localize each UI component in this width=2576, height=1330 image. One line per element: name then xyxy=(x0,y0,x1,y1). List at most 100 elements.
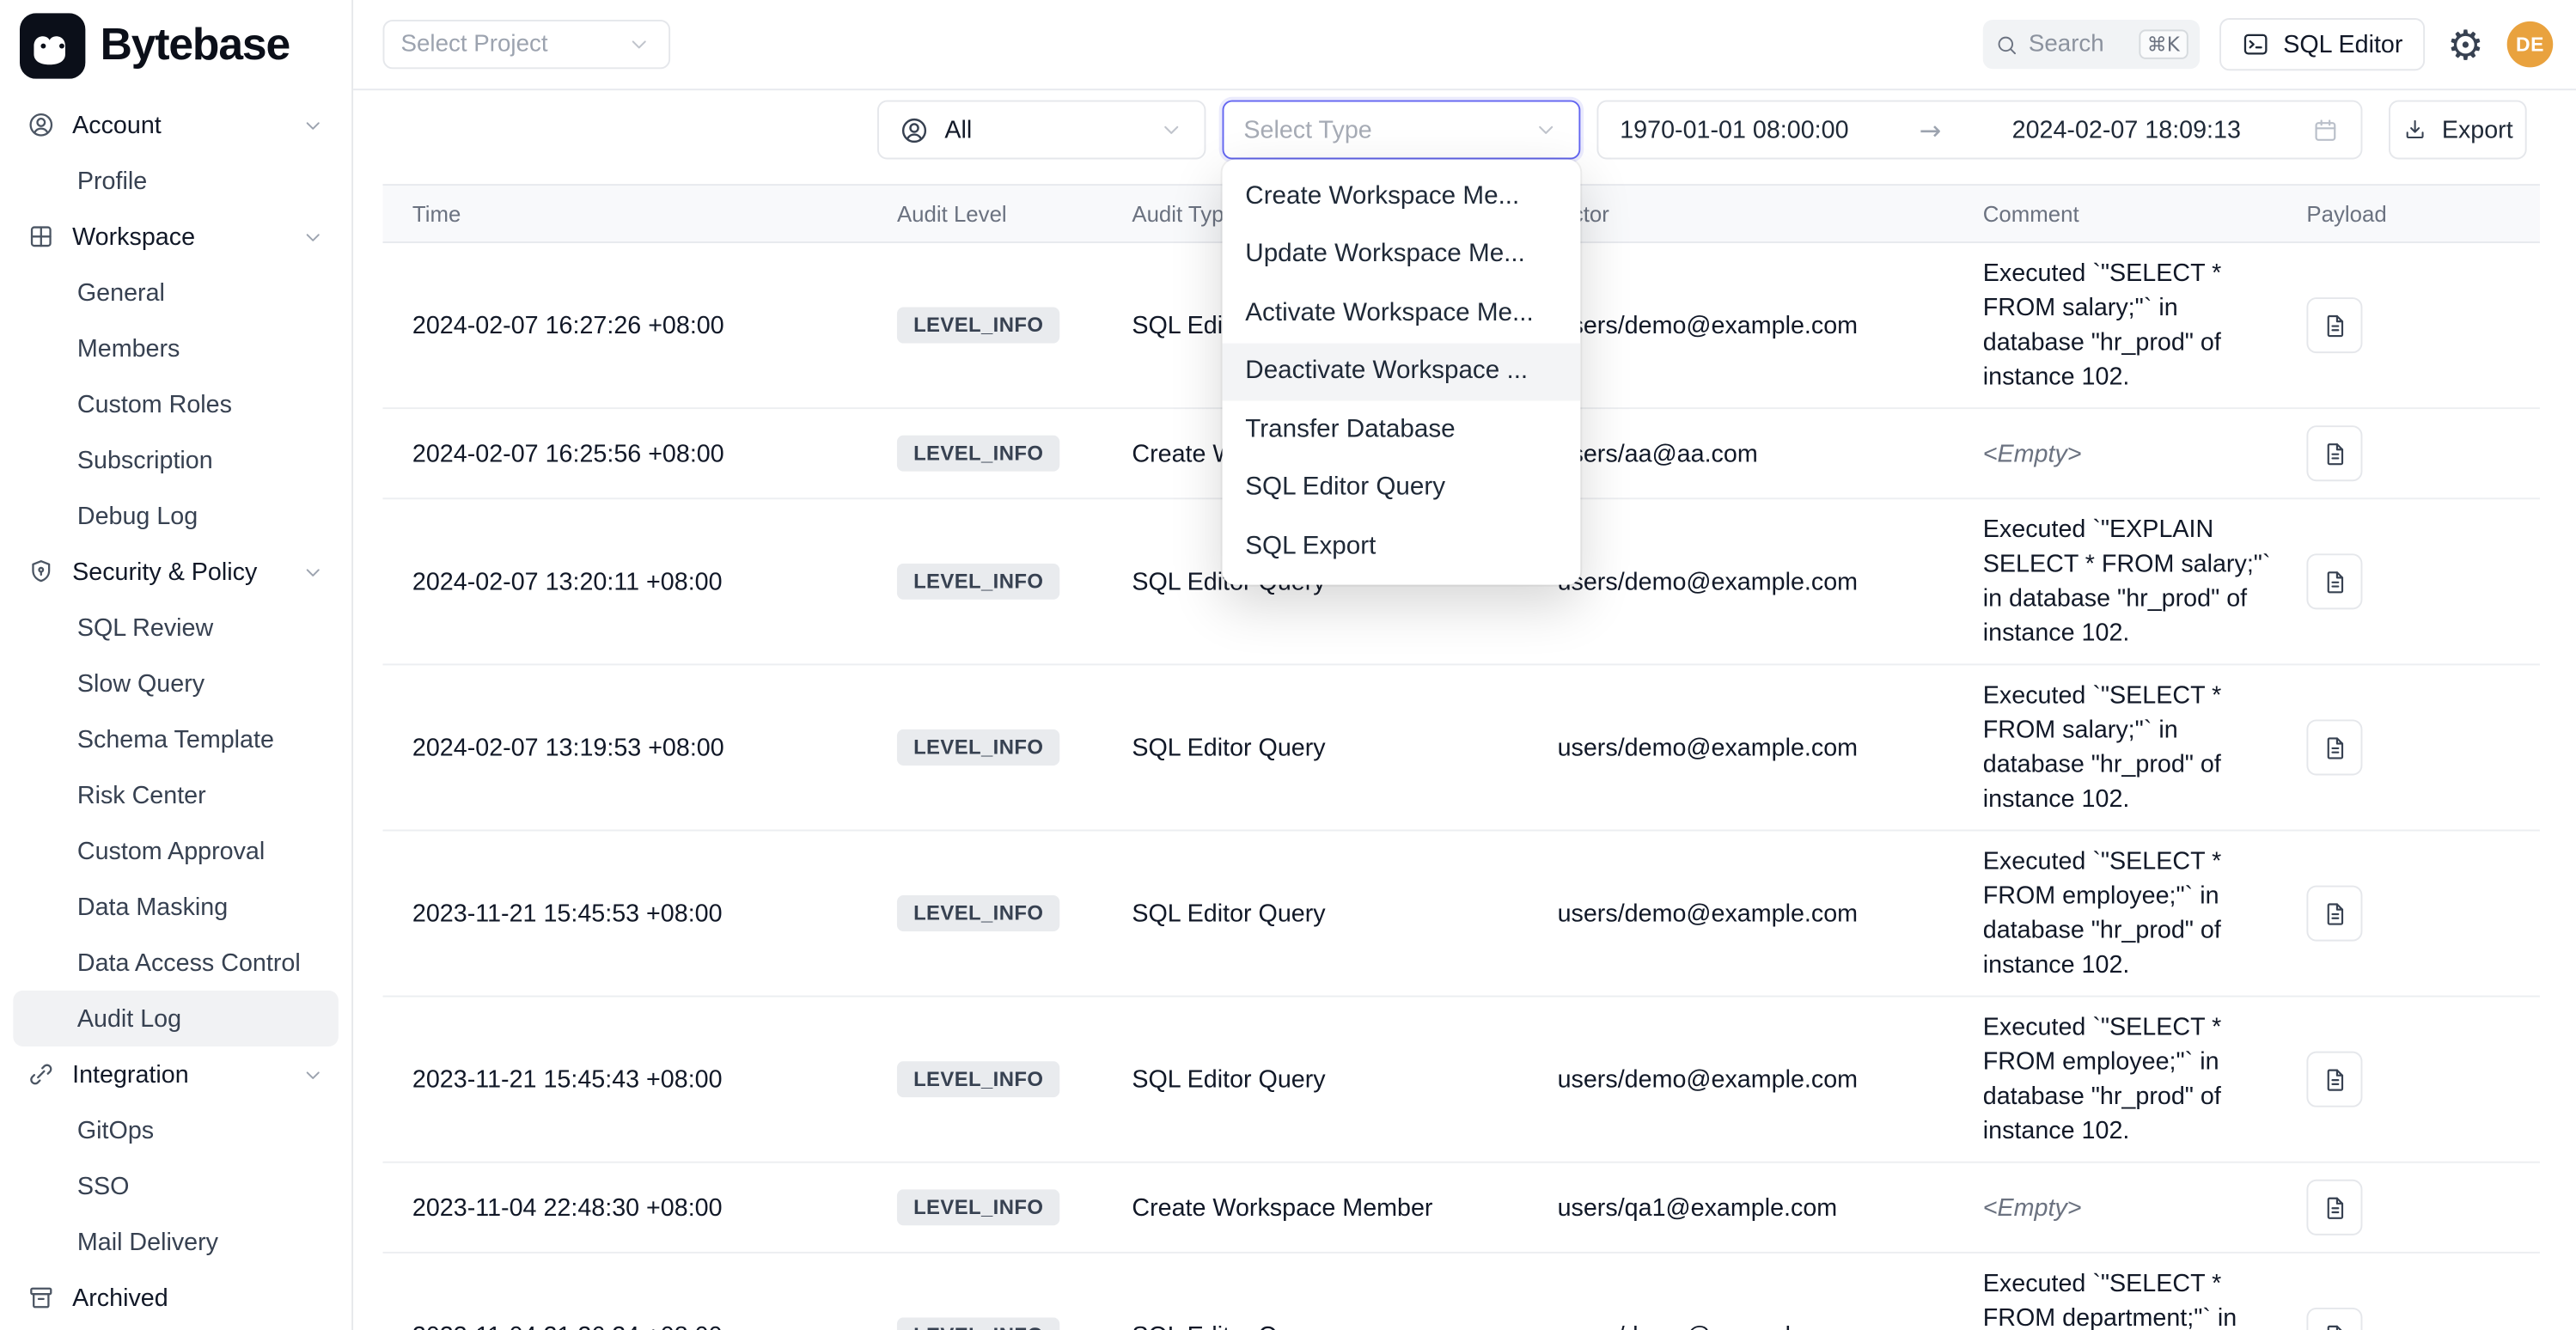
date-range-start: 1970-01-01 08:00:00 xyxy=(1620,116,1848,144)
chevron-down-icon xyxy=(1158,117,1185,143)
sidebar: Bytebase Account Profile Workspace Gener… xyxy=(0,0,353,1330)
sidebar-item-slow-query[interactable]: Slow Query xyxy=(13,656,339,711)
sidebar-item-custom-approval[interactable]: Custom Approval xyxy=(13,823,339,879)
actor-filter-select[interactable]: All xyxy=(877,101,1206,160)
export-label: Export xyxy=(2442,116,2513,144)
menu-item-transfer-database[interactable]: Transfer Database xyxy=(1223,401,1581,460)
brand-logo[interactable]: Bytebase xyxy=(0,0,351,90)
archive-icon xyxy=(27,1283,56,1312)
sidebar-item-sql-review[interactable]: SQL Review xyxy=(13,600,339,656)
search-shortcut-kbd: ⌘K xyxy=(2139,29,2188,58)
cell-comment: Executed `"EXPLAIN SELECT * FROM salary;… xyxy=(1953,499,2277,663)
menu-item-sql-export[interactable]: SQL Export xyxy=(1223,517,1581,576)
sidebar-item-audit-log[interactable]: Audit Log xyxy=(13,991,339,1046)
sidebar-item-workspace[interactable]: Workspace xyxy=(13,209,339,265)
sidebar-item-general[interactable]: General xyxy=(13,265,339,320)
sidebar-item-schema-template[interactable]: Schema Template xyxy=(13,711,339,767)
cell-payload xyxy=(2277,719,2540,775)
file-text-icon xyxy=(2321,439,2349,467)
gear-icon[interactable]: ⚙ xyxy=(2444,24,2487,65)
user-circle-icon xyxy=(27,110,56,139)
menu-item-update-workspace-member[interactable]: Update Workspace Me... xyxy=(1223,226,1581,284)
cell-actor: users/demo@example.com xyxy=(1528,1065,1953,1094)
cell-payload xyxy=(2277,553,2540,609)
cell-comment: Executed `"SELECT * FROM department;"` i… xyxy=(1953,1254,2277,1330)
cell-actor: users/demo@example.com xyxy=(1528,900,1953,928)
chevron-down-icon xyxy=(1533,117,1560,143)
grid-icon xyxy=(27,222,56,251)
column-header-payload: Payload xyxy=(2277,201,2540,226)
sidebar-item-debug-log[interactable]: Debug Log xyxy=(13,488,339,544)
cell-audit-level: LEVEL_INFO xyxy=(868,895,1102,931)
sidebar-item-archived[interactable]: Archived xyxy=(13,1270,339,1326)
payload-button[interactable] xyxy=(2306,553,2362,609)
cell-actor: users/demo@example.com xyxy=(1528,568,1953,596)
sidebar-item-data-access-control[interactable]: Data Access Control xyxy=(13,935,339,991)
payload-button[interactable] xyxy=(2306,1052,2362,1107)
sidebar-item-integration[interactable]: Integration xyxy=(13,1046,339,1102)
level-badge: LEVEL_INFO xyxy=(897,564,1059,600)
brand-name: Bytebase xyxy=(101,20,290,70)
menu-item-deactivate-workspace-member[interactable]: Deactivate Workspace ... xyxy=(1223,343,1581,401)
sidebar-item-label: Debug Log xyxy=(77,502,198,530)
sidebar-item-subscription[interactable]: Subscription xyxy=(13,432,339,488)
sidebar-item-profile[interactable]: Profile xyxy=(13,153,339,209)
sidebar-item-label: Slow Query xyxy=(77,669,204,698)
chevron-down-icon xyxy=(301,224,326,249)
sidebar-item-label: Audit Log xyxy=(77,1004,181,1033)
level-badge: LEVEL_INFO xyxy=(897,729,1059,766)
payload-button[interactable] xyxy=(2306,886,2362,942)
chevron-down-icon xyxy=(301,559,326,584)
sidebar-item-security-policy[interactable]: Security & Policy xyxy=(13,544,339,600)
sidebar-item-mail-delivery[interactable]: Mail Delivery xyxy=(13,1214,339,1270)
chevron-down-icon xyxy=(626,31,652,58)
cell-audit-level: LEVEL_INFO xyxy=(868,436,1102,472)
audit-type-select[interactable]: Select Type xyxy=(1223,101,1581,160)
cell-audit-level: LEVEL_INFO xyxy=(868,564,1102,600)
calendar-icon xyxy=(2311,116,2340,144)
sidebar-item-label: Risk Center xyxy=(77,781,206,809)
search-input[interactable]: Search ⌘K xyxy=(1982,20,2199,69)
sidebar-item-sso[interactable]: SSO xyxy=(13,1158,339,1214)
payload-button[interactable] xyxy=(2306,297,2362,353)
sidebar-item-label: Schema Template xyxy=(77,725,274,753)
sidebar-nav: Account Profile Workspace General Member… xyxy=(0,90,351,1330)
sidebar-item-gitops[interactable]: GitOps xyxy=(13,1102,339,1158)
project-select[interactable]: Select Project xyxy=(382,20,670,69)
sidebar-item-label: Archived xyxy=(72,1284,168,1312)
sql-editor-button[interactable]: SQL Editor xyxy=(2219,18,2425,70)
sidebar-item-risk-center[interactable]: Risk Center xyxy=(13,767,339,823)
file-text-icon xyxy=(2321,734,2349,762)
menu-item-activate-workspace-member[interactable]: Activate Workspace Me... xyxy=(1223,284,1581,343)
sidebar-item-label: Security & Policy xyxy=(72,558,257,586)
date-range-picker[interactable]: 1970-01-01 08:00:00 → 2024-02-07 18:09:1… xyxy=(1596,101,2362,160)
column-header-audit-level: Audit Level xyxy=(868,201,1102,226)
sidebar-item-label: GitOps xyxy=(77,1116,154,1144)
payload-button[interactable] xyxy=(2306,1308,2362,1330)
sidebar-item-custom-roles[interactable]: Custom Roles xyxy=(13,376,339,432)
menu-item-sql-editor-query[interactable]: SQL Editor Query xyxy=(1223,459,1581,517)
sidebar-item-account[interactable]: Account xyxy=(13,97,339,153)
payload-button[interactable] xyxy=(2306,719,2362,775)
cell-audit-type: SQL Editor Query xyxy=(1102,900,1528,928)
cell-audit-level: LEVEL_INFO xyxy=(868,308,1102,344)
sidebar-item-data-masking[interactable]: Data Masking xyxy=(13,879,339,935)
table-row: 2023-11-21 15:45:43 +08:00 LEVEL_INFO SQ… xyxy=(382,998,2539,1163)
cell-comment: Executed `"SELECT * FROM employee;"` in … xyxy=(1953,831,2277,995)
link-icon xyxy=(27,1059,56,1089)
cell-audit-level: LEVEL_INFO xyxy=(868,729,1102,766)
cell-payload xyxy=(2277,425,2540,481)
sidebar-item-label: Custom Approval xyxy=(77,837,265,865)
export-button[interactable]: Export xyxy=(2389,101,2527,160)
search-placeholder: Search xyxy=(2029,31,2104,58)
sidebar-item-members[interactable]: Members xyxy=(13,320,339,376)
cell-audit-type: Create Workspace Member xyxy=(1102,1193,1528,1222)
payload-button[interactable] xyxy=(2306,425,2362,481)
menu-item-create-workspace-member[interactable]: Create Workspace Me... xyxy=(1223,168,1581,226)
sidebar-item-label: SQL Review xyxy=(77,613,213,642)
bytebase-logo-icon xyxy=(20,12,85,77)
arrow-right-icon: → xyxy=(1920,114,1942,145)
cell-time: 2024-02-07 13:20:11 +08:00 xyxy=(382,568,867,596)
avatar[interactable]: DE xyxy=(2507,21,2554,68)
payload-button[interactable] xyxy=(2306,1180,2362,1235)
